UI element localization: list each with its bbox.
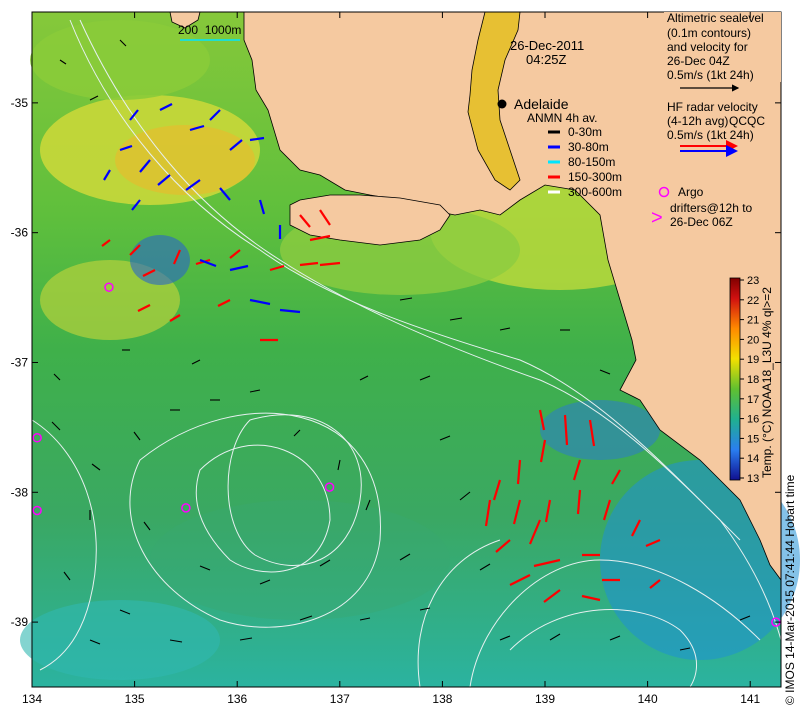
colorbar-tick-label-2: 21: [747, 315, 759, 327]
hf-legend-line-1: HF radar velocity: [667, 100, 758, 114]
anmn-legend-label-3: 150-300m: [568, 170, 622, 184]
argo-legend-line-3: 26-Dec 06Z: [670, 215, 733, 229]
sealevel-legend-line-2: (0.1m contours): [667, 26, 751, 40]
x-tick-label-5: 139: [535, 692, 555, 706]
sealevel-legend: Altimetric sealevel (0.1m contours) and …: [664, 11, 781, 92]
anmn-legend-label-2: 80-150m: [568, 155, 615, 169]
argo-legend-line-2: drifters@12h to: [670, 201, 753, 215]
y-tick-label-3: -38: [11, 485, 29, 499]
colorbar-tick-label-8: 15: [747, 433, 759, 445]
hf-legend-line-2: (4-12h avg): [667, 114, 728, 128]
colorbar-tick-label-5: 18: [747, 374, 759, 386]
y-tick-label-2: -37: [11, 355, 29, 369]
scale-bar-label: 200 1000m: [178, 23, 241, 37]
argo-legend-line-1: Argo: [678, 185, 704, 199]
colorbar-tick-label-7: 16: [747, 414, 759, 426]
sealevel-legend-line-4: 26-Dec 04Z: [667, 54, 730, 68]
adelaide-label: Adelaide: [514, 96, 569, 112]
sst-map: Adelaide 200 1000m 26-Dec-2011 04:25Z Al…: [11, 11, 800, 706]
y-tick-label-1: -36: [11, 226, 29, 240]
anmn-legend-label-0: 0-30m: [568, 125, 602, 139]
anmn-legend-label-1: 30-80m: [568, 140, 609, 154]
colorbar-tick-label-3: 20: [747, 334, 759, 346]
y-tick-label-4: -39: [11, 615, 29, 629]
x-tick-label-4: 138: [432, 692, 452, 706]
hf-legend-line-3: 0.5m/s (1kt 24h): [667, 128, 754, 142]
x-tick-label-3: 137: [330, 692, 350, 706]
sealevel-legend-line-1: Altimetric sealevel: [667, 11, 764, 25]
sealevel-legend-line-3: and velocity for: [667, 40, 748, 54]
hf-legend-overlap: QCQC: [729, 114, 765, 128]
y-tick-label-0: -35: [11, 96, 29, 110]
map-date: 26-Dec-2011: [510, 38, 584, 53]
colorbar-tick-label-0: 23: [747, 275, 759, 287]
anmn-legend-title: ANMN 4h av.: [527, 111, 597, 125]
colorbar-tick-label-9: 14: [747, 453, 759, 465]
x-tick-label-0: 134: [22, 692, 42, 706]
argo-legend-chevron: >: [651, 207, 663, 229]
colorbar-label: Temp. (°C) NOAA18_L3U 4% ql>=2: [760, 287, 774, 478]
anmn-legend-label-4: 300-600m: [568, 185, 622, 199]
x-tick-label-1: 135: [125, 692, 145, 706]
map-time: 04:25Z: [526, 52, 567, 67]
x-tick-label-2: 136: [227, 692, 247, 706]
x-tick-label-6: 140: [638, 692, 658, 706]
copyright-footer: © IMOS 14-Mar-2015 07:41:44 Hobart time: [783, 474, 797, 705]
colorbar-tick-label-6: 17: [747, 394, 759, 406]
colorbar-tick-label-4: 19: [747, 354, 759, 366]
colorbar-tick-label-10: 13: [747, 473, 759, 485]
adelaide-marker: [497, 99, 507, 109]
sealevel-legend-line-5: 0.5m/s (1kt 24h): [667, 68, 754, 82]
colorbar-gradient: [729, 277, 741, 481]
colorbar-tick-label-1: 22: [747, 295, 759, 307]
x-tick-label-7: 141: [740, 692, 760, 706]
